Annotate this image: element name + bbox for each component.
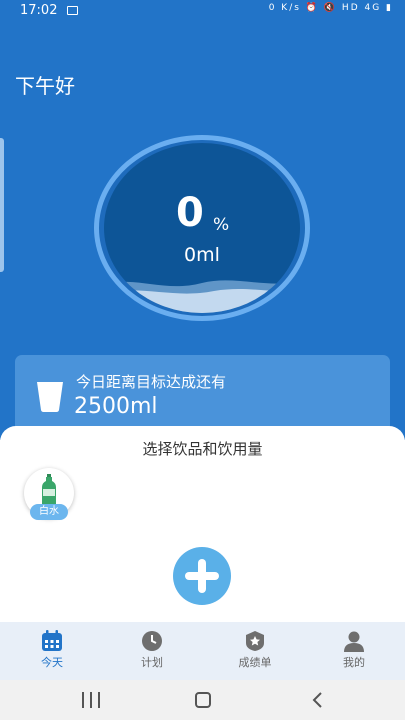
- goal-card: [15, 355, 390, 435]
- goal-label: 今日距离目标达成还有: [76, 373, 227, 391]
- drink-option-label: 白水: [30, 504, 68, 520]
- water-bottle-icon: [42, 474, 56, 506]
- progress-ml-value: 0ml: [184, 244, 220, 266]
- status-icons: 0 K/s ⏰ 🔇 HD 4G ▮: [268, 3, 393, 13]
- tab-label: 成绩单: [238, 656, 272, 669]
- status-time: 17:02: [20, 3, 58, 18]
- tab-today[interactable]: 今天: [2, 622, 102, 680]
- medal-icon: [246, 631, 264, 651]
- tab-label: 我的: [343, 656, 365, 669]
- cup-icon: [37, 382, 63, 412]
- back-icon[interactable]: [311, 692, 325, 708]
- progress-percent-sign: %: [213, 215, 230, 235]
- goal-amount: 2500ml: [74, 394, 158, 419]
- system-nav-bar: [0, 680, 405, 720]
- greeting-title: 下午好: [15, 74, 75, 98]
- tab-plan[interactable]: 计划: [102, 622, 202, 680]
- home-icon[interactable]: [195, 692, 211, 708]
- tab-me[interactable]: 我的: [304, 622, 404, 680]
- clock-icon: [142, 631, 162, 651]
- image-icon: [67, 6, 78, 15]
- tab-report[interactable]: 成绩单: [205, 622, 305, 680]
- water-wave: [104, 280, 300, 313]
- drink-sheet-title: 选择饮品和饮用量: [142, 440, 263, 458]
- tab-label: 计划: [141, 656, 163, 669]
- recents-icon[interactable]: [82, 692, 100, 708]
- drawer-handle[interactable]: [0, 138, 4, 272]
- progress-percent-value: 0: [176, 190, 204, 236]
- add-drink-button[interactable]: [173, 547, 231, 605]
- user-icon: [344, 631, 364, 652]
- tab-bar: 今天 计划 成绩单 我的: [0, 622, 405, 680]
- status-bar: 17:02 0 K/s ⏰ 🔇 HD 4G ▮: [0, 0, 405, 24]
- tab-label: 今天: [41, 656, 63, 669]
- calendar-icon: [42, 630, 62, 651]
- plus-icon-vertical: [198, 559, 206, 593]
- drink-option-water[interactable]: 白水: [24, 468, 74, 520]
